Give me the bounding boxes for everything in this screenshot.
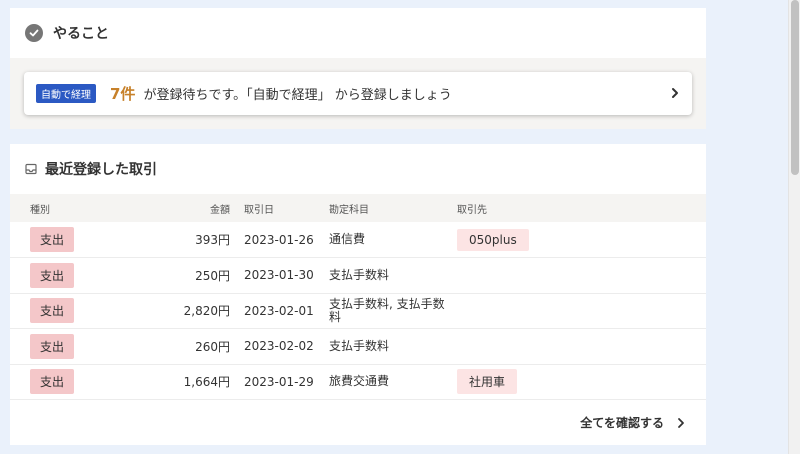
inbox-icon	[25, 163, 37, 175]
todo-header: やること	[10, 8, 706, 58]
partner-cell	[457, 329, 706, 365]
date-cell: 2023-01-29	[244, 374, 314, 389]
amount-cell: 1,664円	[183, 375, 230, 390]
table-row[interactable]: 支出 250円 2023-01-30 支払手数料	[10, 258, 706, 294]
col-type: 種別	[30, 204, 50, 216]
chevron-right-icon	[668, 85, 682, 104]
amount-cell: 393円	[195, 233, 230, 247]
expense-badge: 支出	[30, 227, 75, 252]
partner-tag: 社用車	[457, 369, 518, 395]
expense-badge: 支出	[30, 262, 75, 288]
recent-title: 最近登録した取引	[45, 162, 157, 178]
account-cell: 支払手数料	[329, 338, 390, 353]
pending-message: が登録待ちです。「自動で経理」 から登録しましょう	[143, 88, 452, 103]
chevron-right-icon	[678, 417, 684, 428]
amount-cell: 250円	[195, 268, 230, 283]
table-header-row: 種別 金額 取引日 勘定科目 取引先	[10, 194, 706, 222]
todo-title: やること	[53, 26, 109, 42]
table-row[interactable]: 支出 2,820円 2023-02-01 支払手数料, 支払手数料	[10, 293, 706, 329]
view-all-label: 全てを確認する	[580, 416, 664, 430]
auto-accounting-card[interactable]: 自動で経理 7件 が登録待ちです。「自動で経理」 から登録しましょう	[24, 72, 692, 115]
col-partner: 取引先	[457, 204, 487, 216]
col-amount: 金額	[210, 204, 230, 216]
partner-tag: 050plus	[457, 228, 529, 251]
amount-cell: 260円	[195, 339, 230, 354]
date-cell: 2023-02-02	[244, 339, 314, 354]
view-all-link[interactable]: 全てを確認する	[580, 414, 686, 431]
table-row[interactable]: 支出 260円 2023-02-02 支払手数料	[10, 329, 706, 365]
check-circle-icon	[25, 24, 43, 42]
auto-accounting-badge: 自動で経理	[36, 84, 96, 103]
date-cell: 2023-01-30	[244, 268, 314, 283]
pending-count: 7件	[110, 85, 136, 103]
transactions-table: 種別 金額 取引日 勘定科目 取引先 支出 393円 2023-01-26 通信…	[10, 194, 706, 400]
col-account: 勘定科目	[329, 204, 369, 216]
recent-transactions-panel: 最近登録した取引 種別 金額 取引日 勘定科目 取引先 支出 393円 2023…	[10, 144, 706, 445]
account-cell: 旅費交通費	[329, 374, 390, 389]
col-date: 取引日	[244, 204, 274, 216]
table-row[interactable]: 支出 393円 2023-01-26 通信費 050plus	[10, 222, 706, 258]
page-scrollbar[interactable]	[788, 0, 800, 454]
account-cell: 支払手数料, 支払手数料	[329, 296, 445, 324]
date-cell: 2023-01-26	[244, 232, 314, 247]
expense-badge: 支出	[30, 369, 75, 395]
table-row[interactable]: 支出 1,664円 2023-01-29 旅費交通費 社用車	[10, 364, 706, 400]
partner-cell	[457, 258, 706, 294]
account-cell: 通信費	[329, 232, 366, 246]
account-cell: 支払手数料	[329, 267, 390, 282]
expense-badge: 支出	[30, 298, 75, 324]
todo-panel: やること 自動で経理 7件 が登録待ちです。「自動で経理」 から登録しましょう	[10, 8, 706, 129]
scrollbar-thumb[interactable]	[791, 0, 799, 175]
recent-header: 最近登録した取引	[10, 144, 706, 194]
partner-cell	[457, 293, 706, 329]
expense-badge: 支出	[30, 333, 75, 359]
amount-cell: 2,820円	[183, 304, 230, 319]
date-cell: 2023-02-01	[244, 303, 314, 318]
